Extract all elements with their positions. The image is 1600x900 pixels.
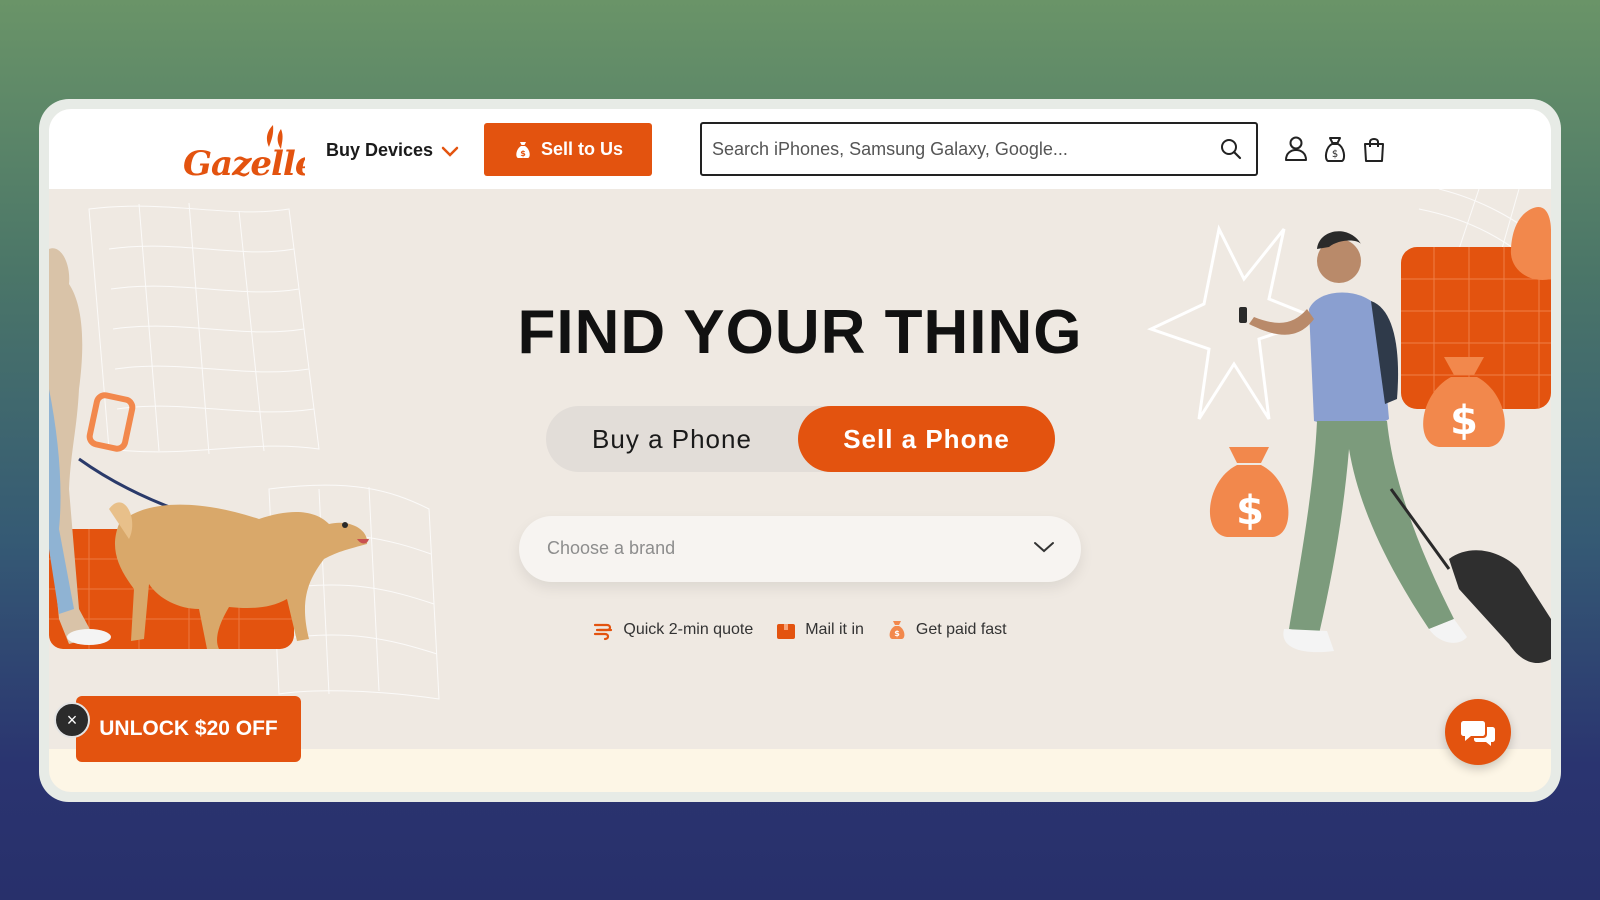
feature-label: Quick 2-min quote (623, 621, 754, 638)
shopping-bag-icon[interactable] (1361, 135, 1387, 163)
feature-quick-quote: Quick 2-min quote (593, 619, 753, 641)
svg-text:$: $ (520, 149, 526, 158)
browser-frame: Gazelle Buy Devices $ Sell to Us Search … (39, 99, 1561, 802)
feature-get-paid-fast: $ Get paid fast (886, 619, 1007, 641)
gazelle-logo[interactable]: Gazelle (181, 121, 305, 181)
sell-a-phone-tab[interactable]: Sell a Phone (798, 406, 1055, 472)
feature-label: Mail it in (805, 621, 864, 638)
buy-a-phone-tab[interactable]: Buy a Phone (546, 406, 798, 472)
feature-mail-it-in: Mail it in (775, 619, 864, 641)
hero-title: FIND YOUR THING (517, 298, 1083, 367)
feature-list: Quick 2-min quote Mail it in $ Get paid … (49, 619, 1551, 641)
svg-text:Gazelle: Gazelle (183, 144, 305, 181)
svg-text:$: $ (1236, 488, 1264, 534)
buy-sell-toggle: Buy a Phone Sell a Phone (546, 406, 1055, 472)
svg-text:$: $ (894, 629, 900, 638)
sell-to-us-label: Sell to Us (540, 139, 624, 159)
feature-label: Get paid fast (915, 621, 1007, 638)
search-input[interactable] (702, 124, 1202, 174)
buy-devices-label: Buy Devices (326, 139, 434, 160)
chat-button[interactable] (1445, 699, 1511, 765)
site-header: Gazelle Buy Devices $ Sell to Us Search … (49, 109, 1551, 189)
page-window: Gazelle Buy Devices $ Sell to Us Search … (49, 109, 1551, 792)
search-bar (700, 122, 1258, 176)
chat-icon (1461, 721, 1495, 746)
chevron-down-icon (441, 146, 459, 157)
speed-icon (594, 623, 613, 641)
box-icon (777, 624, 796, 639)
money-bag-icon: $ (889, 621, 905, 639)
buy-devices-menu[interactable]: Buy Devices (326, 135, 459, 165)
money-bag-icon[interactable]: $ (1322, 135, 1348, 163)
unlock-discount-button[interactable]: UNLOCK $20 OFF (76, 696, 301, 762)
sell-to-us-button[interactable]: $ Sell to Us (484, 123, 652, 176)
search-icon[interactable] (1220, 138, 1242, 160)
chevron-down-icon (1034, 542, 1054, 553)
brand-select[interactable]: Choose a brand (519, 516, 1081, 582)
account-icon[interactable] (1283, 135, 1309, 163)
brand-select-placeholder: Choose a brand (547, 538, 676, 558)
close-icon[interactable]: × (54, 702, 90, 738)
money-bag-icon: $ (516, 141, 530, 158)
svg-text:$: $ (1332, 149, 1338, 160)
hero-section: $ $ FIND YOUR THING Buy a Phone Sell a P… (49, 189, 1551, 749)
svg-text:$: $ (1450, 398, 1478, 444)
